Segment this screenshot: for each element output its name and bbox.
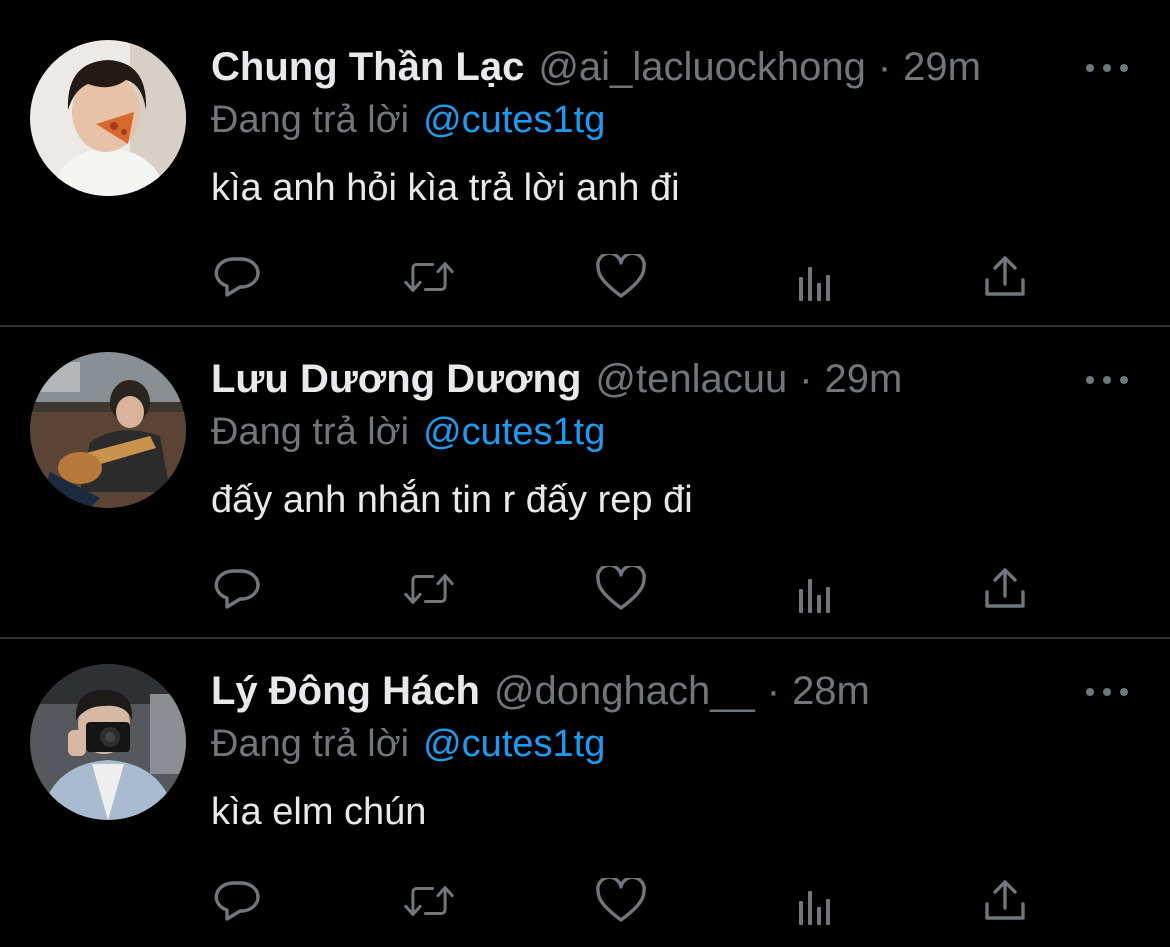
separator: · xyxy=(766,669,781,713)
user-handle[interactable]: @ai_lacluockhong xyxy=(538,42,865,92)
bar-chart-icon[interactable] xyxy=(788,882,838,932)
tweet-text: kìa elm chún xyxy=(211,791,427,833)
avatar[interactable] xyxy=(30,352,186,508)
replying-to: Đang trả lời @cutes1tg xyxy=(211,719,605,769)
mention-link[interactable]: @cutes1tg xyxy=(423,723,605,765)
user-handle[interactable]: @tenlacuu xyxy=(595,354,787,404)
heart-icon[interactable] xyxy=(596,252,646,302)
tweet-header: Chung Thần Lạc @ai_lacluockhong · 29m xyxy=(211,42,981,92)
more-horizontal-icon[interactable] xyxy=(1086,682,1128,702)
share-upload-icon[interactable] xyxy=(980,564,1030,614)
retweet-icon[interactable] xyxy=(404,252,454,302)
replying-to: Đang trả lời @cutes1tg xyxy=(211,407,605,457)
separator: · xyxy=(799,357,813,401)
more-horizontal-icon[interactable] xyxy=(1086,58,1128,78)
tweet-header: Lưu Dương Dương @tenlacuu · 29m xyxy=(211,354,902,404)
timestamp[interactable]: 29m xyxy=(903,42,981,92)
heart-icon[interactable] xyxy=(596,876,646,926)
avatar[interactable] xyxy=(30,664,186,820)
more-horizontal-icon[interactable] xyxy=(1086,370,1128,390)
tweet-text: đấy anh nhắn tin r đấy rep đi xyxy=(211,479,693,521)
bar-chart-icon[interactable] xyxy=(788,570,838,620)
replying-label: Đang trả lời xyxy=(211,411,410,453)
retweet-icon[interactable] xyxy=(404,876,454,926)
user-handle[interactable]: @donghach__ xyxy=(494,666,755,716)
display-name[interactable]: Lý Đông Hách xyxy=(211,666,480,716)
heart-icon[interactable] xyxy=(596,564,646,614)
retweet-icon[interactable] xyxy=(404,564,454,614)
share-upload-icon[interactable] xyxy=(980,876,1030,926)
reply-feed: Chung Thần Lạc @ai_lacluockhong · 29m Đa… xyxy=(0,0,1170,947)
mention-link[interactable]: @cutes1tg xyxy=(423,99,605,141)
tweet[interactable]: Lý Đông Hách @donghach__ · 28m Đang trả … xyxy=(0,624,1170,936)
timestamp[interactable]: 29m xyxy=(825,354,903,404)
tweet-text: kìa anh hỏi kìa trả lời anh đi xyxy=(211,167,680,209)
tweet[interactable]: Chung Thần Lạc @ai_lacluockhong · 29m Đa… xyxy=(0,0,1170,312)
tweet-header: Lý Đông Hách @donghach__ · 28m xyxy=(211,666,870,716)
reply-bubble-icon[interactable] xyxy=(212,876,262,926)
bar-chart-icon[interactable] xyxy=(788,258,838,308)
display-name[interactable]: Chung Thần Lạc xyxy=(211,42,524,92)
share-upload-icon[interactable] xyxy=(980,252,1030,302)
timestamp[interactable]: 28m xyxy=(792,666,870,716)
reply-bubble-icon[interactable] xyxy=(212,564,262,614)
replying-label: Đang trả lời xyxy=(211,99,410,141)
replying-to: Đang trả lời @cutes1tg xyxy=(211,95,605,145)
reply-bubble-icon[interactable] xyxy=(212,252,262,302)
avatar[interactable] xyxy=(30,40,186,196)
replying-label: Đang trả lời xyxy=(211,723,410,765)
separator: · xyxy=(877,45,892,89)
tweet[interactable]: Lưu Dương Dương @tenlacuu · 29m Đang trả… xyxy=(0,312,1170,624)
mention-link[interactable]: @cutes1tg xyxy=(423,411,605,453)
display-name[interactable]: Lưu Dương Dương xyxy=(211,354,581,404)
